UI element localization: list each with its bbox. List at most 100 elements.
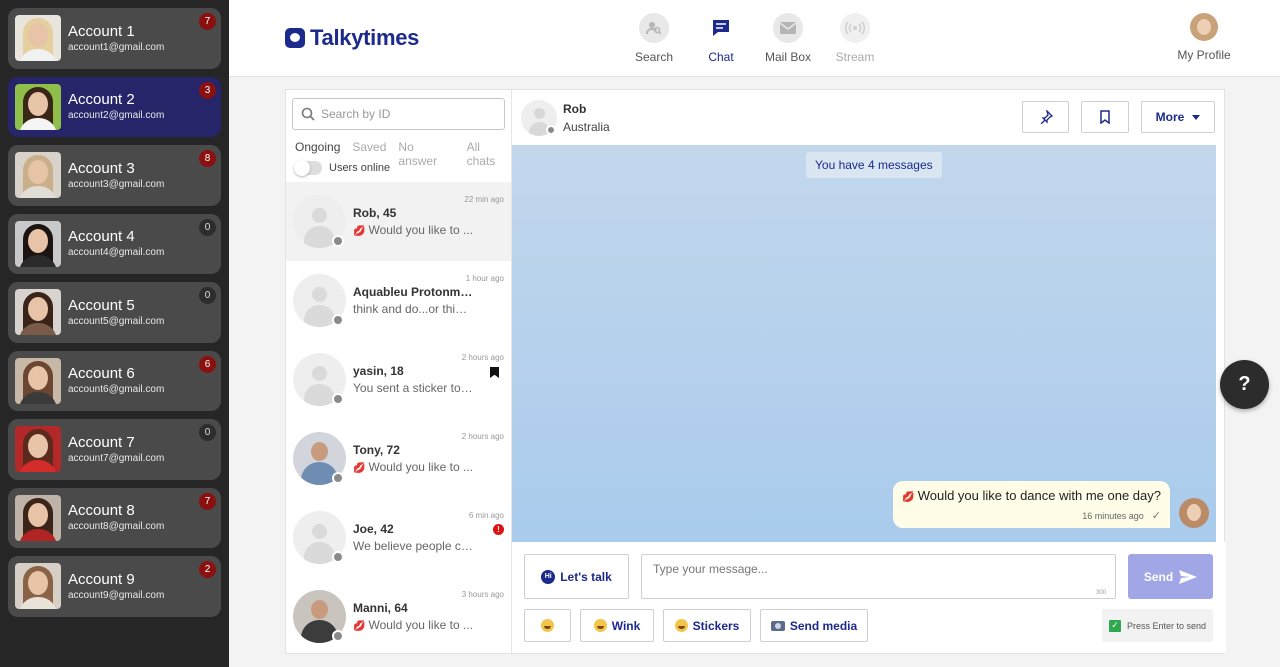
top-header: Talkytimes Search Chat Mail Box Stream M… xyxy=(229,0,1280,77)
conversation-name: Joe, 42 xyxy=(353,522,394,536)
users-online-toggle: Users online xyxy=(294,160,391,176)
wink-label: Wink xyxy=(611,618,641,633)
account-name: Account 1 xyxy=(68,22,135,40)
toggle-switch[interactable] xyxy=(294,160,322,176)
lips-icon: 💋 xyxy=(353,226,366,237)
search-input[interactable] xyxy=(321,107,491,121)
account-email: account2@gmail.com xyxy=(68,110,165,122)
profile-label: My Profile xyxy=(1177,48,1231,62)
account-name: Account 4 xyxy=(68,228,135,246)
conversation-preview: 💋 Would you like to ... xyxy=(353,618,473,632)
account-avatar xyxy=(15,426,61,473)
message-text: 💋 Would you like to dance with me one day… xyxy=(902,488,1161,503)
bookmark-button[interactable] xyxy=(1081,101,1129,133)
conversation-item[interactable]: 3 hours ago Manni, 64 💋 Would you like to… xyxy=(286,577,511,656)
account-name: Account 7 xyxy=(68,433,135,451)
stickers-label: Stickers xyxy=(692,618,740,633)
status-dot xyxy=(332,551,344,563)
message-bubble: 💋 Would you like to dance with me one day… xyxy=(893,481,1170,528)
conversation-name: Aquableu Protonmail, 37 xyxy=(353,285,473,299)
account-email: account8@gmail.com xyxy=(68,521,165,533)
unread-badge: 8 xyxy=(199,150,216,167)
account-email: account1@gmail.com xyxy=(68,41,165,53)
chat-user-name[interactable]: Rob xyxy=(563,102,586,116)
account-email: account3@gmail.com xyxy=(68,178,165,190)
bookmark-icon xyxy=(490,367,499,378)
messages-notice[interactable]: You have 4 messages xyxy=(806,152,942,178)
tab-no-answer[interactable]: No answer xyxy=(398,140,454,168)
account-email: account7@gmail.com xyxy=(68,452,165,464)
nav-stream[interactable]: Stream xyxy=(820,13,890,64)
help-button[interactable]: ? xyxy=(1220,360,1269,409)
message-composer: Hi Let's talk 300 Send Wink Stickers Sen… xyxy=(512,542,1226,653)
account-avatar xyxy=(15,152,61,199)
nav-chat[interactable]: Chat xyxy=(686,13,756,64)
my-profile[interactable]: My Profile xyxy=(1164,13,1244,62)
nav-mailbox[interactable]: Mail Box xyxy=(753,13,823,64)
chat-icon xyxy=(706,13,736,43)
camera-icon xyxy=(770,620,785,631)
checkbox-checked-icon[interactable]: ✓ xyxy=(1109,619,1121,632)
account-avatar xyxy=(15,289,61,336)
profile-avatar xyxy=(1190,13,1218,41)
toggle-label: Users online xyxy=(329,162,391,174)
conversation-item[interactable]: 2 hours ago Tony, 72 💋 Would you like to … xyxy=(286,419,511,498)
account-avatar xyxy=(15,494,61,541)
lets-talk-button[interactable]: Hi Let's talk xyxy=(524,554,629,599)
account-card-5[interactable]: Account 5 account5@gmail.com 0 xyxy=(8,282,221,343)
logo-icon xyxy=(285,28,305,48)
account-card-4[interactable]: Account 4 account4@gmail.com 0 xyxy=(8,213,221,274)
conversation-preview: 💋 Would you like to ... xyxy=(353,460,473,474)
conversation-time: 2 hours ago xyxy=(461,432,504,441)
account-avatar xyxy=(15,563,61,610)
conversation-time: 6 min ago xyxy=(468,511,504,520)
account-name: Account 2 xyxy=(68,91,135,109)
wink-button[interactable]: Wink xyxy=(580,609,654,642)
emoji-button[interactable] xyxy=(524,609,571,642)
conversation-time: 22 min ago xyxy=(464,195,504,204)
account-card-7[interactable]: Account 7 account7@gmail.com 0 xyxy=(8,419,221,480)
unread-badge: 0 xyxy=(199,424,216,441)
nav-search[interactable]: Search xyxy=(619,13,689,64)
lips-icon: 💋 xyxy=(902,492,915,503)
status-dot xyxy=(546,125,556,135)
search-box[interactable] xyxy=(292,98,505,130)
account-card-1[interactable]: Account 1 account1@gmail.com 7 xyxy=(8,8,221,69)
send-label: Send xyxy=(1143,569,1174,584)
main-panel: Ongoing Saved No answer All chats Users … xyxy=(285,89,1226,656)
account-name: Account 5 xyxy=(68,296,135,314)
enter-to-send-label: Press Enter to send xyxy=(1127,620,1207,631)
send-button[interactable]: Send xyxy=(1128,554,1213,599)
account-card-9[interactable]: Account 9 account9@gmail.com 2 xyxy=(8,556,221,617)
send-media-button[interactable]: Send media xyxy=(760,609,868,642)
account-card-8[interactable]: Account 8 account8@gmail.com 7 xyxy=(8,487,221,548)
tab-all-chats[interactable]: All chats xyxy=(467,140,511,168)
lips-icon: 💋 xyxy=(353,621,366,632)
unread-badge: 7 xyxy=(199,492,216,510)
sticker-icon xyxy=(674,619,688,632)
account-name: Account 9 xyxy=(68,570,135,588)
account-sidebar: Account 1 account1@gmail.com 7 Account 2… xyxy=(0,0,229,667)
conversation-time: 3 hours ago xyxy=(461,590,504,599)
read-check-icon: ✓ xyxy=(1151,510,1161,522)
account-card-2[interactable]: Account 2 account2@gmail.com 3 xyxy=(8,76,221,137)
conversation-time: 2 hours ago xyxy=(461,353,504,362)
conversation-item[interactable]: 6 min ago ! Joe, 42 We believe people co… xyxy=(286,498,511,577)
lips-icon: 💋 xyxy=(353,463,366,474)
pin-button[interactable] xyxy=(1022,101,1069,133)
conversation-item[interactable]: 2 hours ago yasin, 18 You sent a sticker… xyxy=(286,340,511,419)
conversation-item[interactable]: 22 min ago Rob, 45 💋 Would you like to ..… xyxy=(286,182,511,261)
account-card-3[interactable]: Account 3 account3@gmail.com 8 xyxy=(8,145,221,206)
stickers-button[interactable]: Stickers xyxy=(663,609,751,642)
send-arrow-icon xyxy=(1179,569,1198,584)
conversation-preview: 💋 Would you like to ... xyxy=(353,223,473,237)
account-avatar xyxy=(15,220,61,267)
message-input[interactable] xyxy=(641,554,1116,599)
sender-avatar xyxy=(1179,498,1209,528)
stream-icon xyxy=(840,13,870,43)
more-dropdown[interactable]: More xyxy=(1141,101,1215,133)
account-card-6[interactable]: Account 6 account6@gmail.com 6 xyxy=(8,350,221,411)
logo[interactable]: Talkytimes xyxy=(285,25,419,51)
caret-down-icon xyxy=(1192,114,1201,120)
conversation-item[interactable]: 1 hour ago Aquableu Protonmail, 37 think… xyxy=(286,261,511,340)
